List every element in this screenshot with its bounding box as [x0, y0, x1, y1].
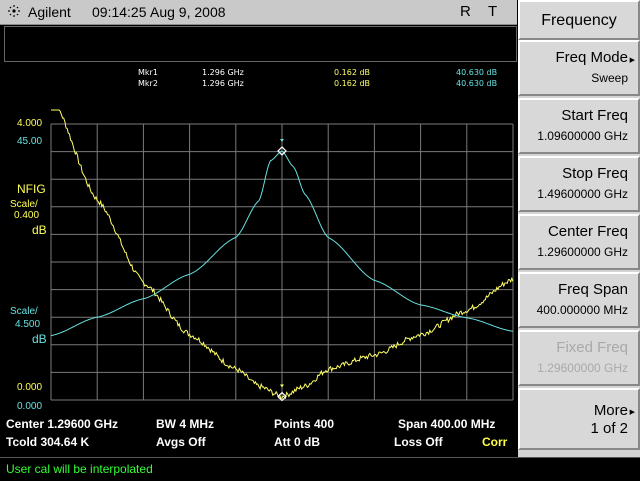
correction-status: Corr [482, 435, 508, 449]
softkey-label: Center Freq [547, 223, 628, 240]
attenuation-status: Att 0 dB [274, 435, 320, 449]
softkey-value: 1.49600000 GHz [537, 187, 628, 201]
trigger-indicator: T [488, 3, 498, 20]
menu-title: Frequency [518, 0, 640, 40]
top-status-bar: Agilent 09:14:25 Aug 9, 2008 R T [0, 0, 517, 25]
status-message: User cal will be interpolated [6, 462, 153, 476]
softkey-value: 400.000000 MHz [536, 303, 628, 317]
remote-indicator: R [460, 3, 471, 20]
softkey-freq-mode[interactable]: Freq Mode Sweep ▶ [518, 40, 640, 96]
message-bar: User cal will be interpolated [0, 457, 640, 481]
span-status: Span 400.00 MHz [398, 417, 496, 431]
marker-indicator-icon [280, 138, 284, 142]
loss-status: Loss Off [394, 435, 443, 449]
submenu-arrow-icon: ▶ [629, 409, 635, 416]
softkey-start-freq[interactable]: Start Freq 1.09600000 GHz [518, 98, 640, 154]
softkey-value: 1.29600000 GHz [537, 245, 628, 259]
clock-date: Aug 9, 2008 [150, 4, 226, 20]
plot-grid [50, 123, 514, 401]
bandwidth-status: BW 4 MHz [156, 417, 214, 431]
softkey-stop-freq[interactable]: Stop Freq 1.49600000 GHz [518, 156, 640, 212]
averaging-status: Avgs Off [156, 435, 206, 449]
tcold-status: Tcold 304.64 K [6, 435, 90, 449]
softkey-label: Freq Mode [555, 49, 628, 66]
softkey-value: 1 of 2 [590, 420, 628, 437]
softkey-label: More [593, 402, 628, 419]
softkey-panel: Frequency Freq Mode Sweep ▶ Start Freq 1… [518, 0, 640, 457]
points-status: Points 400 [274, 417, 335, 431]
active-entry-area [4, 26, 517, 62]
brand-name: Agilent [28, 4, 71, 20]
softkey-more[interactable]: More 1 of 2 ▶ [518, 388, 640, 450]
softkey-label: Start Freq [561, 107, 628, 124]
center-freq-status: Center 1.29600 GHz [6, 417, 119, 431]
submenu-arrow-icon: ▶ [629, 57, 635, 64]
softkey-label: Fixed Freq [556, 339, 628, 356]
softkey-value: Sweep [591, 71, 628, 85]
softkey-label: Stop Freq [562, 165, 628, 182]
measurement-plot [50, 109, 514, 402]
softkey-freq-span[interactable]: Freq Span 400.000000 MHz [518, 272, 640, 328]
softkey-center-freq[interactable]: Center Freq 1.29600000 GHz [518, 214, 640, 270]
agilent-logo-icon [8, 5, 20, 17]
softkey-label: Freq Span [557, 281, 628, 298]
softkey-value: 1.29600000 GHz [537, 361, 628, 375]
marker-indicator-icon [280, 384, 284, 388]
softkey-value: 1.09600000 GHz [537, 129, 628, 143]
softkey-fixed-freq[interactable]: Fixed Freq 1.29600000 GHz [518, 330, 640, 386]
clock-time: 09:14:25 [92, 4, 147, 20]
measurement-screen: Mkr1 1.296 GHz 0.162 dB 40.630 dB Mkr2 1… [0, 62, 517, 457]
